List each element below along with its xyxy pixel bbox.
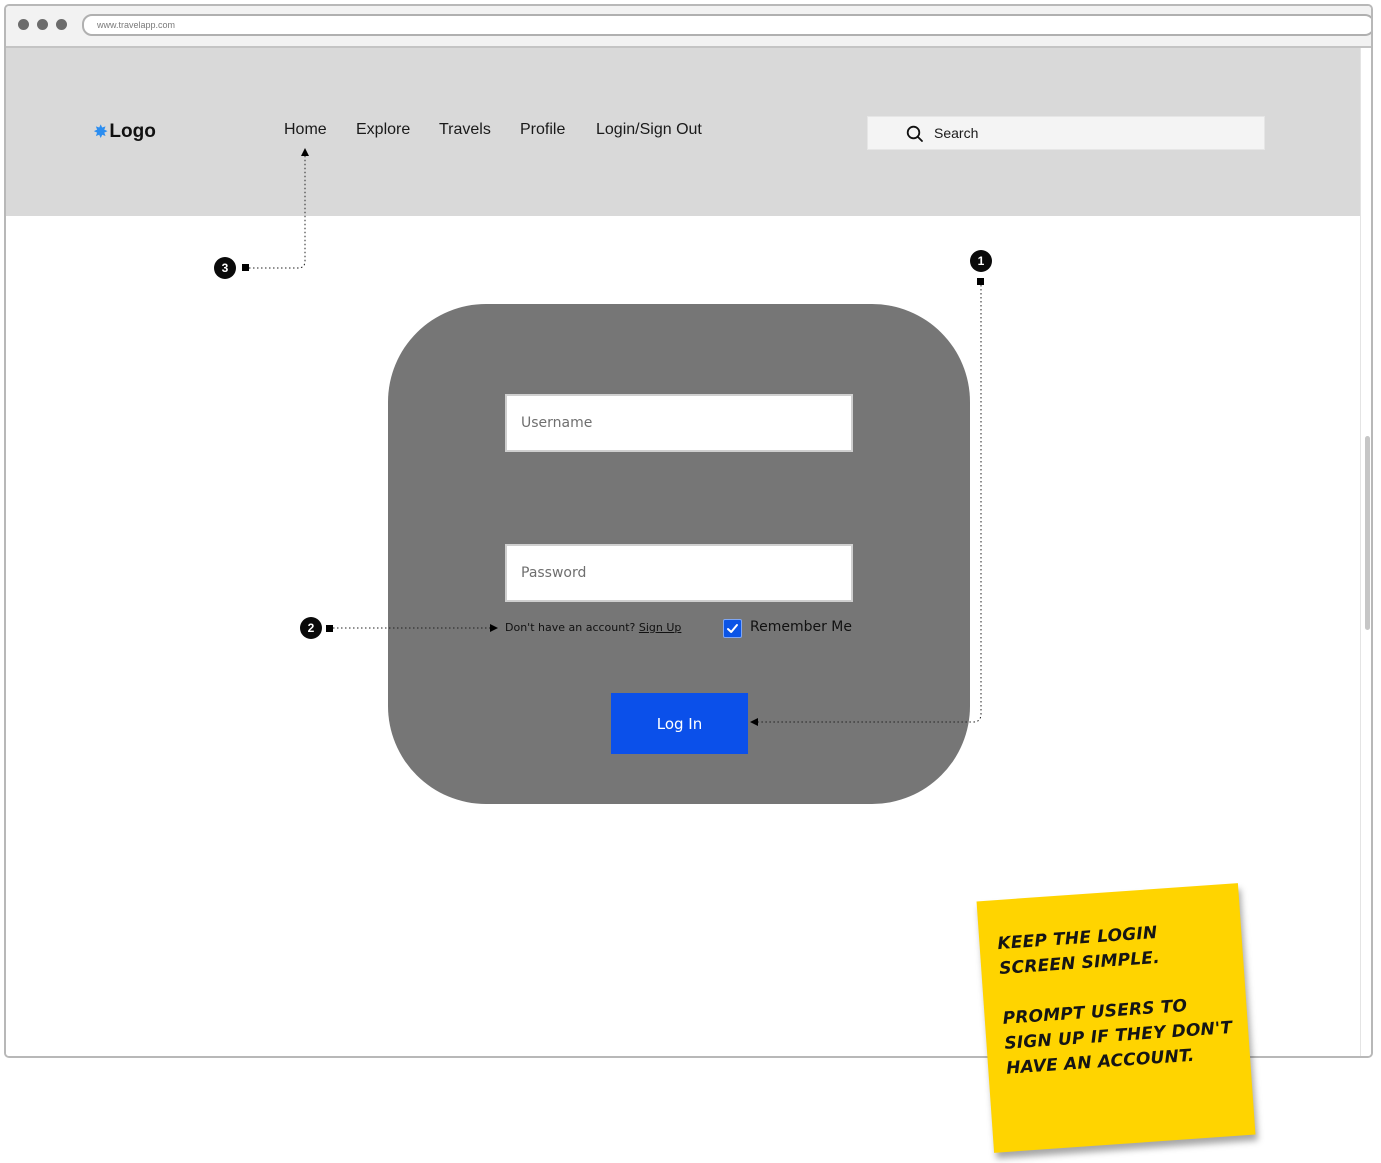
nav-explore[interactable]: Explore	[356, 121, 410, 139]
scrollbar-thumb[interactable]	[1365, 436, 1370, 630]
username-field[interactable]	[505, 394, 853, 452]
checkmark-icon	[727, 624, 738, 633]
remember-me-label: Remember Me	[750, 619, 852, 635]
window-dot-minimize[interactable]	[37, 19, 48, 30]
logo-text: Logo	[109, 121, 156, 142]
signup-link[interactable]: Sign Up	[639, 621, 682, 634]
annotation-badge-2: 2	[300, 617, 322, 639]
vertical-scrollbar[interactable]	[1360, 48, 1371, 1056]
search-icon	[906, 125, 923, 142]
sticky-note: Keep the login screen simple. Prompt use…	[976, 883, 1256, 1153]
login-button[interactable]: Log In	[611, 693, 748, 754]
site-header: ✸ Logo Home Explore Travels Profile Login…	[6, 48, 1360, 216]
logo-star-icon: ✸	[94, 124, 108, 141]
nav-login-signout[interactable]: Login/Sign Out	[596, 121, 702, 139]
site-logo[interactable]: ✸ Logo	[94, 121, 156, 143]
search-input[interactable]	[934, 125, 1234, 141]
signup-prompt: Don't have an account? Sign Up	[505, 621, 681, 634]
nav-home[interactable]: Home	[284, 121, 327, 139]
window-dot-close[interactable]	[18, 19, 29, 30]
sticky-note-text: Keep the login screen simple. Prompt use…	[997, 916, 1239, 1107]
browser-toolbar: www.travelapp.com	[6, 6, 1371, 48]
nav-travels[interactable]: Travels	[439, 121, 491, 139]
signup-prompt-text: Don't have an account?	[505, 621, 636, 634]
search-box[interactable]	[867, 116, 1265, 150]
nav-profile[interactable]: Profile	[520, 121, 565, 139]
sticky-note-line-1: Keep the login screen simple.	[996, 922, 1161, 979]
password-field[interactable]	[505, 544, 853, 602]
window-dot-maximize[interactable]	[56, 19, 67, 30]
annotation-badge-3: 3	[214, 257, 236, 279]
address-bar[interactable]: www.travelapp.com	[82, 14, 1371, 36]
remember-me-checkbox[interactable]	[723, 619, 742, 638]
sticky-note-line-2: Prompt users to sign up if they don't ha…	[1002, 996, 1233, 1079]
annotation-badge-1: 1	[970, 250, 992, 272]
